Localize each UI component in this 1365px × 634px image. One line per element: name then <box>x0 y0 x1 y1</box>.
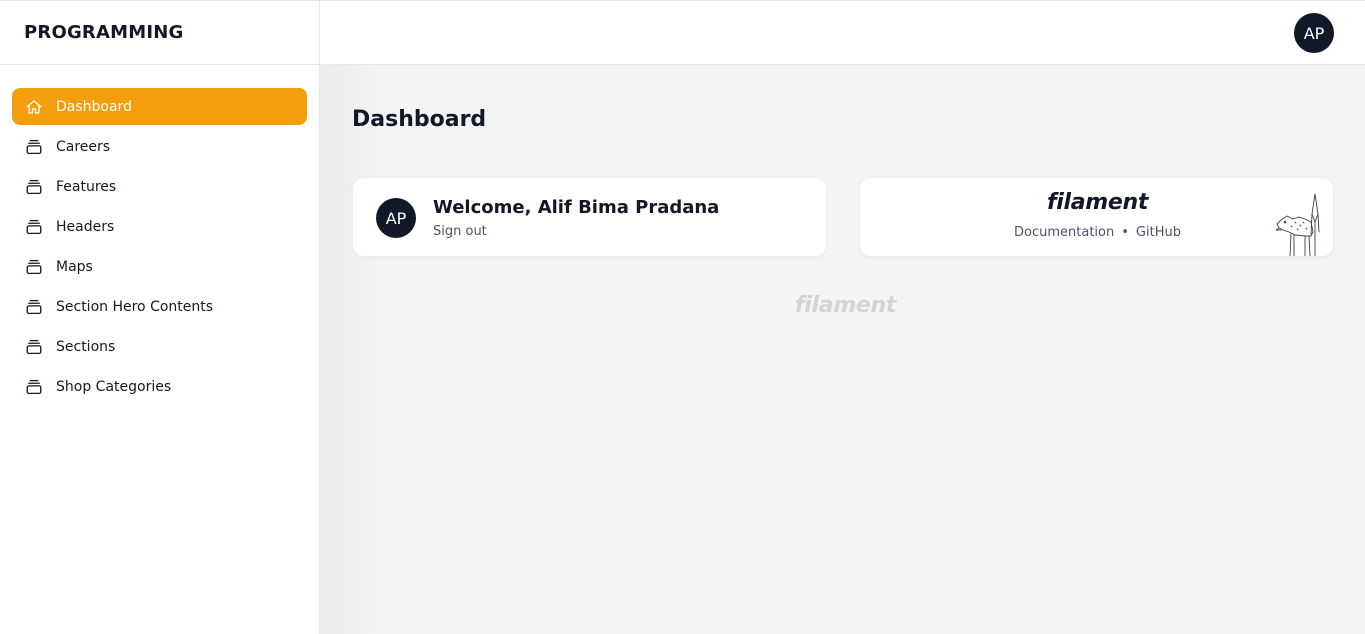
home-icon <box>25 98 43 116</box>
sidebar-item-label: Section Hero Contents <box>56 298 214 315</box>
brand-logo[interactable]: PROGRAMMING <box>24 22 183 43</box>
sidebar-item-label: Dashboard <box>56 98 132 115</box>
filament-logo[interactable]: filament <box>860 190 1333 215</box>
user-menu-avatar[interactable]: AP <box>1294 13 1334 53</box>
topbar: AP <box>320 0 1365 65</box>
page-title: Dashboard <box>352 107 487 132</box>
sidebar-item-features[interactable]: Features <box>12 168 307 205</box>
filament-info-card: filament Documentation • GitHub <box>859 177 1334 257</box>
sidebar-item-label: Sections <box>56 338 116 355</box>
sidebar-shadow <box>320 65 380 634</box>
collection-icon <box>25 298 43 316</box>
sidebar-item-section-hero-contents[interactable]: Section Hero Contents <box>12 288 307 325</box>
sidebar-item-label: Shop Categories <box>56 378 172 395</box>
sidebar-header: PROGRAMMING <box>0 0 319 65</box>
sign-out-link[interactable]: Sign out <box>433 224 487 239</box>
collection-icon <box>25 178 43 196</box>
footer-filament-logo: filament <box>795 293 897 318</box>
sidebar-item-careers[interactable]: Careers <box>12 128 307 165</box>
avatar: AP <box>376 198 416 238</box>
sidebar-nav: Dashboard Careers Features Headers Maps <box>0 65 319 405</box>
sidebar-item-sections[interactable]: Sections <box>12 328 307 365</box>
sidebar-item-label: Careers <box>56 138 111 155</box>
collection-icon <box>25 378 43 396</box>
documentation-link[interactable]: Documentation <box>1014 225 1114 240</box>
sidebar-item-shop-categories[interactable]: Shop Categories <box>12 368 307 405</box>
sidebar: PROGRAMMING Dashboard Careers Features H… <box>0 0 320 634</box>
sidebar-item-label: Features <box>56 178 117 195</box>
sidebar-item-label: Headers <box>56 218 115 235</box>
collection-icon <box>25 258 43 276</box>
link-separator: • <box>1121 225 1129 240</box>
sidebar-item-dashboard[interactable]: Dashboard <box>12 88 307 125</box>
sidebar-item-label: Maps <box>56 258 93 275</box>
filament-links: Documentation • GitHub <box>860 225 1333 240</box>
welcome-message: Welcome, Alif Bima Pradana <box>433 197 720 218</box>
sidebar-item-maps[interactable]: Maps <box>12 248 307 285</box>
sidebar-item-headers[interactable]: Headers <box>12 208 307 245</box>
github-link[interactable]: GitHub <box>1136 225 1181 240</box>
filament-mascot-illustration <box>1275 193 1320 256</box>
welcome-card: AP Welcome, Alif Bima Pradana Sign out <box>352 177 827 257</box>
collection-icon <box>25 338 43 356</box>
collection-icon <box>25 138 43 156</box>
collection-icon <box>25 218 43 236</box>
